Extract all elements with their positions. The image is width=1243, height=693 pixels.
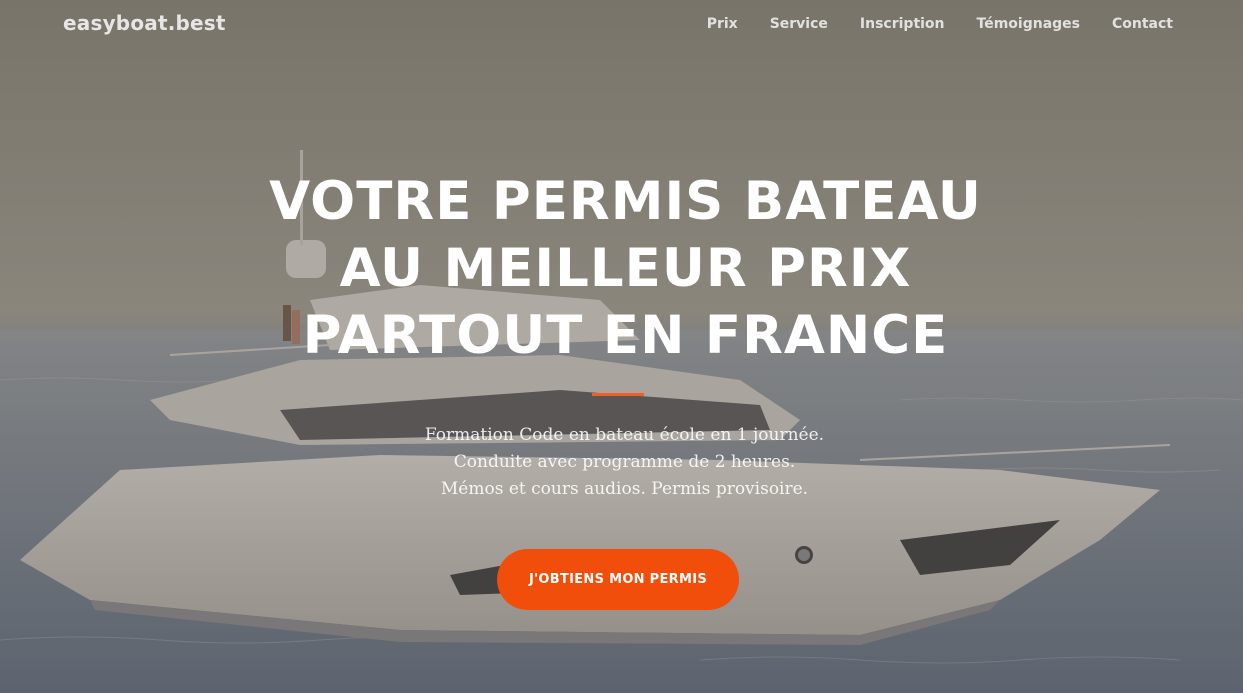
nav-item-temoignages: Témoignages xyxy=(977,15,1080,33)
headline-line-1: VOTRE PERMIS BATEAU xyxy=(269,171,982,232)
nav-link-service[interactable]: Service xyxy=(770,16,828,32)
description-line-3: Mémos et cours audios. Permis provisoire… xyxy=(440,479,809,499)
brand-logo-link[interactable]: easyboat.best xyxy=(63,11,226,35)
nav-link-inscription[interactable]: Inscription xyxy=(860,16,945,32)
top-navbar: easyboat.best Prix Service Inscription T… xyxy=(0,0,1243,48)
nav-item-inscription: Inscription xyxy=(860,15,945,33)
cta-get-permit-button[interactable]: J'OBTIENS MON PERMIS xyxy=(497,549,739,610)
headline-line-3: PARTOUT EN FRANCE xyxy=(302,305,949,366)
nav-link-temoignages[interactable]: Témoignages xyxy=(977,16,1080,32)
hero-description: Formation Code en bateau école en 1 jour… xyxy=(0,422,1243,503)
nav-item-prix: Prix xyxy=(707,15,738,33)
description-line-2: Conduite avec programme de 2 heures. xyxy=(453,452,796,472)
accent-divider xyxy=(592,393,644,396)
headline-line-2: AU MEILLEUR PRIX xyxy=(339,238,912,299)
nav-item-service: Service xyxy=(770,15,828,33)
nav-link-prix[interactable]: Prix xyxy=(707,16,738,32)
nav-link-contact[interactable]: Contact xyxy=(1112,16,1173,32)
hero-section: easyboat.best Prix Service Inscription T… xyxy=(0,0,1243,693)
nav-menu: Prix Service Inscription Témoignages Con… xyxy=(707,15,1173,33)
description-line-1: Formation Code en bateau école en 1 jour… xyxy=(424,425,825,445)
nav-item-contact: Contact xyxy=(1112,15,1173,33)
hero-headline: VOTRE PERMIS BATEAU AU MEILLEUR PRIX PAR… xyxy=(0,168,1243,369)
